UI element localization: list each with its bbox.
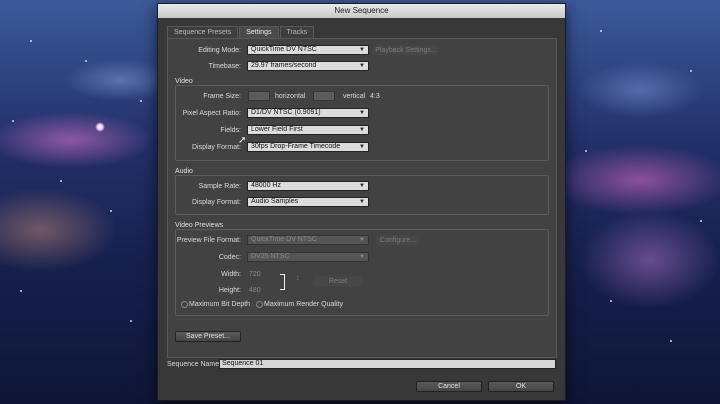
max-bit-depth-label: Maximum Bit Depth [189, 301, 251, 308]
aspect-ratio-text: 4:3 [370, 93, 380, 100]
height-label: Height: [218, 287, 241, 294]
configure-button[interactable]: Configure... [376, 235, 420, 246]
dropdown-arrow-icon: ▼ [359, 110, 365, 116]
max-bit-depth-checkbox[interactable] [181, 301, 188, 308]
save-preset-button[interactable]: Save Preset... [175, 331, 241, 342]
editing-mode-dropdown[interactable]: QuickTime DV NTSC ▼ [247, 45, 369, 55]
codec-label: Codec: [218, 254, 241, 261]
sample-rate-dropdown[interactable]: 48000 Hz ▼ [247, 181, 369, 191]
dropdown-arrow-icon: ▼ [359, 199, 365, 205]
dropdown-arrow-icon: ▼ [359, 144, 365, 150]
codec-dropdown[interactable]: DV25 NTSC ▼ [247, 252, 369, 262]
dropdown-arrow-icon: ▼ [359, 63, 365, 69]
dropdown-arrow-icon: ▼ [359, 47, 365, 53]
dropdown-arrow-icon: ▼ [359, 254, 365, 260]
max-render-quality-checkbox[interactable] [256, 301, 263, 308]
sample-rate-label: Sample Rate: [198, 183, 241, 190]
frame-height-field[interactable] [313, 91, 335, 101]
video-previews-section-title: Video Previews [175, 222, 224, 229]
sequence-name-label: Sequence Name: [167, 361, 222, 368]
frame-width-field[interactable] [248, 91, 270, 101]
preview-file-format-dropdown[interactable]: QuickTime DV NTSC ▼ [247, 235, 369, 245]
dimension-bracket [280, 274, 285, 290]
video-section-title: Video [175, 78, 193, 85]
height-value[interactable]: 480 [249, 287, 261, 294]
frame-size-label: Frame Size: [203, 93, 241, 100]
tab-bar: Sequence Presets Settings Tracks [167, 26, 315, 38]
pixel-aspect-dropdown[interactable]: D1/DV NTSC (0.9091) ▼ [247, 108, 369, 118]
audio-display-format-label: Display Format: [191, 199, 241, 206]
sequence-name-input[interactable]: Sequence 01 [219, 359, 556, 369]
preview-file-format-label: Preview File Format: [176, 237, 241, 244]
ok-button[interactable]: OK [488, 381, 554, 392]
tab-tracks[interactable]: Tracks [279, 26, 315, 38]
width-label: Width: [221, 271, 241, 278]
audio-display-format-dropdown[interactable]: Audio Samples ▼ [247, 197, 369, 207]
max-render-quality-label: Maximum Render Quality [264, 301, 343, 308]
link-icon[interactable]: ↕ [296, 275, 300, 282]
horizontal-label: horizontal [275, 93, 306, 100]
audio-section-title: Audio [175, 168, 193, 175]
vertical-label: vertical [343, 93, 366, 100]
fields-label: Fields: [220, 127, 241, 134]
dialog-title: New Sequence [158, 4, 565, 18]
tab-sequence-presets[interactable]: Sequence Presets [167, 26, 239, 38]
display-format-label: Display Format: [191, 144, 241, 151]
tab-settings[interactable]: Settings [239, 26, 279, 38]
display-format-dropdown[interactable]: 30fps Drop-Frame Timecode ▼ [247, 142, 369, 152]
dropdown-arrow-icon: ▼ [359, 183, 365, 189]
settings-pane: Editing Mode: QuickTime DV NTSC ▼ Playbac… [167, 38, 557, 358]
new-sequence-dialog: New Sequence Sequence Presets Settings T… [157, 3, 566, 401]
fields-dropdown[interactable]: Lower Field First ▼ [247, 125, 369, 135]
cancel-button[interactable]: Cancel [416, 381, 482, 392]
dropdown-arrow-icon: ▼ [359, 237, 365, 243]
editing-mode-label: Editing Mode: [198, 47, 241, 54]
dropdown-arrow-icon: ▼ [359, 127, 365, 133]
playback-settings-button[interactable]: Playback Settings... [373, 45, 439, 56]
pixel-aspect-label: Pixel Aspect Ratio: [182, 110, 241, 117]
timebase-dropdown[interactable]: 29.97 frames/second ▼ [247, 61, 369, 71]
timebase-label: Timebase: [208, 63, 241, 70]
width-value[interactable]: 720 [249, 271, 261, 278]
reset-button[interactable]: Reset [313, 276, 363, 287]
sparkle-icon [95, 122, 105, 132]
